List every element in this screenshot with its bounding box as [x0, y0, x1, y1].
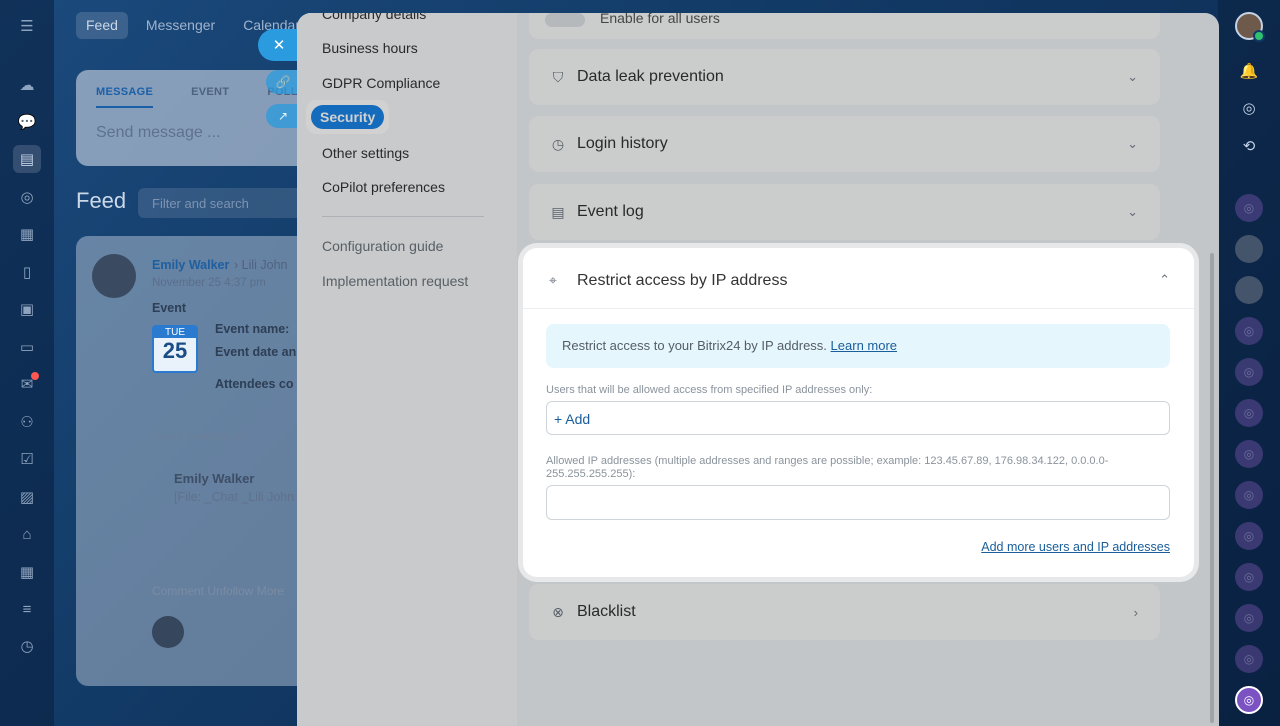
copilot-chat-icon[interactable]: ◎	[1235, 563, 1263, 591]
ip-field-label: Allowed IP addresses (multiple addresses…	[546, 455, 1109, 480]
chat-icon[interactable]: 💬	[13, 108, 41, 136]
post-recipient-name[interactable]: Lili John	[242, 258, 288, 272]
avatar[interactable]	[1235, 235, 1263, 263]
copilot-chat-icon[interactable]: ◎	[1235, 317, 1263, 345]
feed-title: Feed	[76, 188, 127, 213]
chat-search-icon[interactable]: ⟲	[1236, 133, 1262, 159]
location-pin-icon: ⌖	[549, 272, 557, 288]
avatar[interactable]	[92, 254, 136, 298]
add-more-link[interactable]: Add more users and IP addresses	[981, 540, 1170, 554]
shop-icon[interactable]: ⌂	[13, 520, 41, 548]
attendees-label: Attendees co	[215, 377, 294, 391]
calendar-icon[interactable]: ▦	[13, 220, 41, 248]
copilot-chat-icon[interactable]: ◎	[1235, 686, 1263, 714]
nav-messenger[interactable]: Messenger	[136, 12, 225, 39]
copilot-chat-icon[interactable]: ◎	[1235, 645, 1263, 673]
event-description-label: Event description:	[152, 429, 248, 443]
copilot-chat-icon[interactable]: ◎	[1235, 358, 1263, 386]
grid-icon[interactable]: ▦	[13, 558, 41, 586]
feed-post: Emily Walker › Lili John November 25 4:3…	[76, 236, 316, 686]
info-text: Restrict access to your Bitrix24 by IP a…	[562, 338, 827, 353]
cal-day: TUE	[154, 327, 196, 338]
tab-message[interactable]: MESSAGE	[96, 86, 154, 108]
post-footer-actions[interactable]: Comment Unfollow More	[152, 584, 284, 598]
avatar	[152, 616, 184, 648]
info-banner: Restrict access to your Bitrix24 by IP a…	[546, 324, 1170, 368]
copilot-chat-icon[interactable]: ◎	[1235, 440, 1263, 468]
feed-icon[interactable]: ▤	[13, 145, 41, 173]
learn-more-link[interactable]: Learn more	[831, 338, 897, 353]
close-slider-button[interactable]: ✕	[258, 29, 300, 61]
close-icon: ✕	[272, 37, 286, 54]
chevron-up-icon[interactable]: ⌃	[1159, 272, 1170, 288]
quote-file: [File: _Chat _Lili John	[174, 490, 295, 504]
nav-feed[interactable]: Feed	[76, 12, 128, 39]
avatar[interactable]	[1235, 12, 1265, 42]
open-new-window-button[interactable]: ↗	[266, 104, 300, 128]
copy-link-button[interactable]: 🔗	[266, 70, 300, 94]
users-field-label: Users that will be allowed access from s…	[546, 384, 873, 396]
section-header[interactable]: ⌖ Restrict access by IP address ⌃	[523, 248, 1194, 309]
copilot-icon[interactable]: ◎	[1236, 95, 1262, 121]
add-users-field[interactable]: + Add	[546, 401, 1170, 435]
post-recipient: › Lili John	[234, 258, 288, 272]
copilot-chat-icon[interactable]: ◎	[1235, 399, 1263, 427]
copilot-chat-icon[interactable]: ◎	[1235, 604, 1263, 632]
post-type: Event	[152, 301, 187, 315]
external-link-icon: ↗	[277, 109, 289, 123]
target-icon[interactable]: ◎	[13, 183, 41, 211]
section-title: Restrict access by IP address	[577, 272, 788, 289]
online-status-icon	[1253, 30, 1265, 42]
ip-addresses-input[interactable]	[546, 485, 1170, 520]
cal-num: 25	[162, 338, 188, 363]
contacts-icon[interactable]: ⚇	[13, 408, 41, 436]
list-icon[interactable]: ≡	[13, 595, 41, 623]
link-icon: 🔗	[275, 75, 291, 89]
post-date: November 25 4:37 pm	[152, 277, 266, 289]
post-author[interactable]: Emily Walker	[152, 258, 229, 272]
bell-icon[interactable]: 🔔	[1236, 58, 1262, 84]
clock-icon[interactable]: ◷	[13, 632, 41, 660]
right-rail: 🔔 ◎ ⟲ ◎ ◎ ◎ ◎ ◎ ◎ ◎ ◎ ◎ ◎ ◎	[1218, 0, 1280, 726]
event-date-label: Event date an	[215, 345, 297, 359]
left-icon-rail: ☰ ☁ 💬 ▤ ◎ ▦ ▯ ▣ ▭ ✉ ⚇ ☑ ▨ ⌂ ▦ ≡ ◷	[0, 0, 54, 726]
cloud-icon[interactable]: ☁	[13, 71, 41, 99]
mail-badge	[31, 372, 39, 380]
tasks-icon[interactable]: ☑	[13, 445, 41, 473]
feed-filter-input[interactable]: Filter and search	[138, 188, 318, 218]
avatar[interactable]	[1235, 276, 1263, 304]
tab-event[interactable]: EVENT	[191, 86, 229, 108]
document-icon[interactable]: ▯	[13, 258, 41, 286]
copilot-chat-icon[interactable]: ◎	[1235, 522, 1263, 550]
copilot-chat-icon[interactable]: ◎	[1235, 481, 1263, 509]
menu-icon[interactable]: ☰	[13, 12, 41, 40]
section-restrict-ip: ⌖ Restrict access by IP address ⌃ Restri…	[523, 248, 1194, 577]
copilot-chat-icon[interactable]: ◎	[1235, 194, 1263, 222]
mail-icon[interactable]: ✉	[13, 370, 41, 398]
event-name-label: Event name:	[215, 322, 290, 336]
quote-author: Emily Walker	[174, 471, 255, 486]
card-icon[interactable]: ▭	[13, 333, 41, 361]
board-icon[interactable]: ▣	[13, 295, 41, 323]
calendar-date-icon: TUE 25	[152, 325, 198, 373]
image-icon[interactable]: ▨	[13, 483, 41, 511]
